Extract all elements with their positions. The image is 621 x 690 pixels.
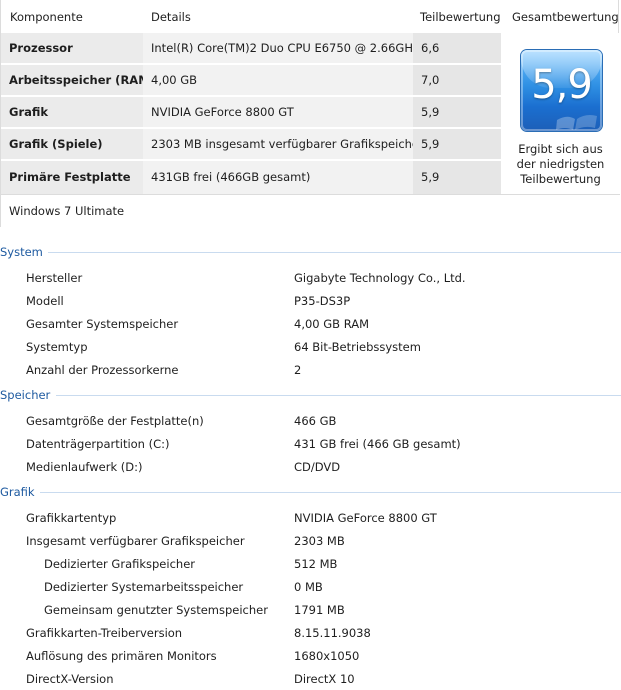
row-label: Arbeitsspeicher (RAM) (1, 65, 155, 96)
detail-value: 1680x1050 (294, 649, 360, 663)
row-label: Prozessor (1, 33, 143, 64)
header-subscore: Teilbewertung (420, 10, 501, 24)
row-score: 5,9 (413, 161, 501, 194)
row-score: 6,6 (413, 33, 501, 64)
header-details: Details (151, 10, 191, 24)
section-divider (48, 252, 621, 253)
score-row-graphics: Grafik NVIDIA GeForce 8800 GT 5,9 (1, 97, 501, 128)
detail-value: NVIDIA GeForce 8800 GT (294, 511, 437, 525)
section-divider (40, 492, 621, 493)
row-details: Intel(R) Core(TM)2 Duo CPU E6750 @ 2.66G… (143, 33, 419, 64)
detail-value: DirectX 10 (294, 672, 355, 686)
section-title-graphics: Grafik (0, 485, 35, 499)
detail-value: 466 GB (294, 414, 337, 428)
section-title-system: System (0, 245, 43, 259)
detail-label: Modell (26, 294, 64, 308)
detail-label: DirectX-Version (26, 672, 114, 686)
base-score-panel: 5,9 Ergibt sich aus der niedrigsten Teil… (501, 33, 620, 194)
detail-label: Dedizierter Grafikspeicher (44, 557, 195, 571)
detail-value: P35-DS3P (294, 294, 351, 308)
score-row-processor: Prozessor Intel(R) Core(TM)2 Duo CPU E67… (1, 33, 501, 64)
row-score: 5,9 (413, 97, 501, 128)
windows-flag-icon (556, 115, 597, 130)
base-score-note: Ergibt sich aus der niedrigsten Teilbewe… (501, 142, 620, 187)
score-row-primary-disk: Primäre Festplatte 431GB frei (466GB ges… (1, 161, 501, 194)
detail-value: 8.15.11.9038 (294, 626, 371, 640)
base-score-badge: 5,9 (521, 50, 602, 131)
note-line: Ergibt sich aus (518, 142, 603, 156)
detail-value: 4,00 GB RAM (294, 317, 370, 331)
note-line: Teilbewertung (520, 172, 601, 186)
row-label: Primäre Festplatte (1, 161, 143, 194)
header-base-score: Gesamtbewertung (512, 10, 619, 24)
detail-label: Grafikkarten-Treiberversion (26, 626, 183, 640)
detail-label: Gemeinsam genutzter Systemspeicher (44, 603, 268, 617)
detail-label: Dedizierter Systemarbeitsspeicher (44, 580, 244, 594)
row-score: 7,0 (413, 65, 501, 96)
detail-label: Insgesamt verfügbarer Grafikspeicher (26, 534, 245, 548)
detail-label: Systemtyp (26, 340, 88, 354)
row-details: 431GB frei (466GB gesamt) (143, 161, 413, 194)
detail-label: Auflösung des primären Monitors (26, 649, 217, 663)
score-row-memory: Arbeitsspeicher (RAM) 4,00 GB 7,0 (1, 65, 501, 96)
windows-edition: Windows 7 Ultimate (1, 194, 620, 227)
detail-label: Datenträgerpartition (C:) (26, 437, 170, 451)
row-label: Grafik (Spiele) (1, 129, 143, 160)
detail-value: 431 GB frei (466 GB gesamt) (294, 437, 461, 451)
detail-value: 64 Bit-Betriebssystem (294, 340, 421, 354)
detail-label: Grafikkartentyp (26, 511, 117, 525)
detail-label: Medienlaufwerk (D:) (26, 460, 143, 474)
note-line: der niedrigsten (516, 157, 605, 171)
detail-value: CD/DVD (294, 460, 341, 474)
detail-value: Gigabyte Technology Co., Ltd. (294, 271, 466, 285)
row-score: 5,9 (413, 129, 501, 160)
detail-value: 2303 MB (294, 534, 345, 548)
score-table: Komponente Details Teilbewertung Gesamtb… (0, 0, 620, 227)
detail-value: 2 (294, 363, 302, 377)
detail-label: Gesamtgröße der Festplatte(n) (26, 414, 204, 428)
score-row-gaming-graphics: Grafik (Spiele) 2303 MB insgesamt verfüg… (1, 129, 501, 160)
base-score-value: 5,9 (531, 62, 593, 108)
detail-value: 0 MB (294, 580, 323, 594)
detail-value: 1791 MB (294, 603, 345, 617)
detail-label: Gesamter Systemspeicher (26, 317, 179, 331)
row-details: 4,00 GB (143, 65, 413, 96)
row-details: 2303 MB insgesamt verfügbarer Grafikspei… (143, 129, 424, 160)
detail-value: 512 MB (294, 557, 338, 571)
detail-label: Anzahl der Prozessorkerne (26, 363, 179, 377)
row-label: Grafik (1, 97, 143, 128)
detail-label: Hersteller (26, 271, 83, 285)
section-title-storage: Speicher (0, 388, 51, 402)
row-details: NVIDIA GeForce 8800 GT (143, 97, 413, 128)
section-divider (56, 395, 621, 396)
header-component: Komponente (10, 10, 83, 24)
